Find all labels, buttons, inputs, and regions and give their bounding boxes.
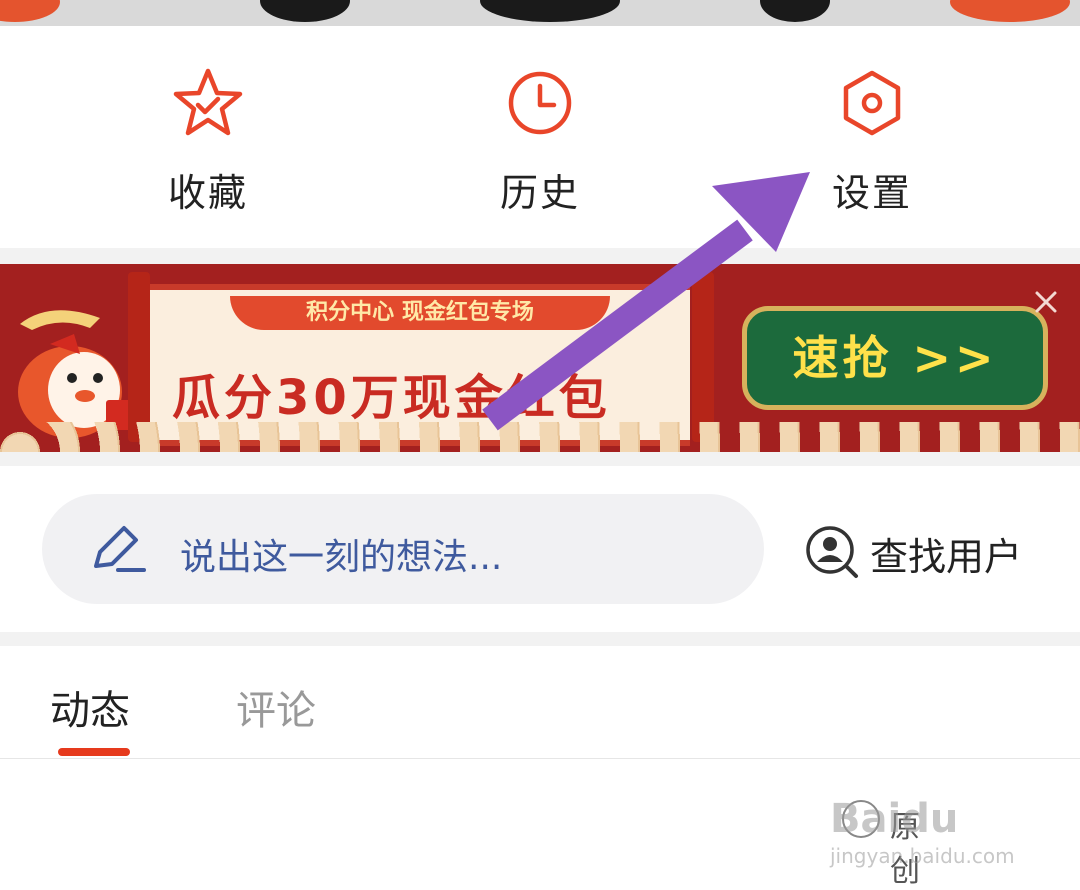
- scroll-rod-right: [692, 272, 714, 442]
- hexagon-gear-icon: [843, 70, 901, 136]
- active-tab-indicator: [58, 748, 130, 756]
- tab-activity[interactable]: 动态: [50, 678, 130, 736]
- section-divider: [0, 452, 1080, 466]
- banner-headline: 瓜分30万现金红包: [172, 370, 611, 426]
- quick-actions-row: 收藏 历史 设置: [0, 26, 1080, 248]
- tab-comments[interactable]: 评论: [236, 678, 316, 736]
- watermark-logo: Baidu: [830, 796, 959, 842]
- history-button[interactable]: 历史: [440, 66, 640, 217]
- favorites-label: 收藏: [167, 171, 248, 215]
- user-search-icon: [806, 526, 858, 578]
- favorites-button[interactable]: 收藏: [108, 66, 308, 217]
- header-decoration: [760, 0, 830, 22]
- settings-button[interactable]: 设置: [772, 66, 972, 217]
- grab-now-button[interactable]: 速抢 >>: [742, 306, 1048, 410]
- content-tabs: 动态 评论: [0, 646, 1080, 759]
- watermark-url: jingyan.baidu.com: [830, 844, 1015, 868]
- header-decoration: [480, 0, 620, 22]
- close-icon[interactable]: [1032, 288, 1060, 316]
- header-decoration: [260, 0, 350, 22]
- star-check-icon: [173, 68, 243, 136]
- header-decoration: [950, 0, 1070, 22]
- baidu-watermark: Baidu jingyan.baidu.com: [830, 770, 1050, 870]
- settings-label: 设置: [831, 171, 912, 215]
- scroll-rod-left: [128, 272, 150, 442]
- banner-clouds: [0, 422, 1080, 452]
- section-divider: [0, 248, 1080, 264]
- banner-subtitle: 积分中心 现金红包专场: [230, 296, 610, 330]
- section-divider: [0, 632, 1080, 646]
- header-decoration: [0, 0, 60, 22]
- post-composer-row: 说出这一刻的想法... 查找用户: [0, 466, 1080, 632]
- profile-header-strip: [0, 0, 1080, 26]
- clock-icon: [508, 71, 572, 135]
- thought-input[interactable]: 说出这一刻的想法...: [42, 494, 764, 604]
- thought-input-placeholder: 说出这一刻的想法...: [180, 537, 503, 578]
- history-label: 历史: [499, 171, 580, 215]
- pencil-icon: [94, 526, 146, 572]
- promo-banner[interactable]: 积分中心 现金红包专场 瓜分30万现金红包 速抢 >>: [0, 264, 1080, 452]
- find-user-label: 查找用户: [870, 535, 1023, 579]
